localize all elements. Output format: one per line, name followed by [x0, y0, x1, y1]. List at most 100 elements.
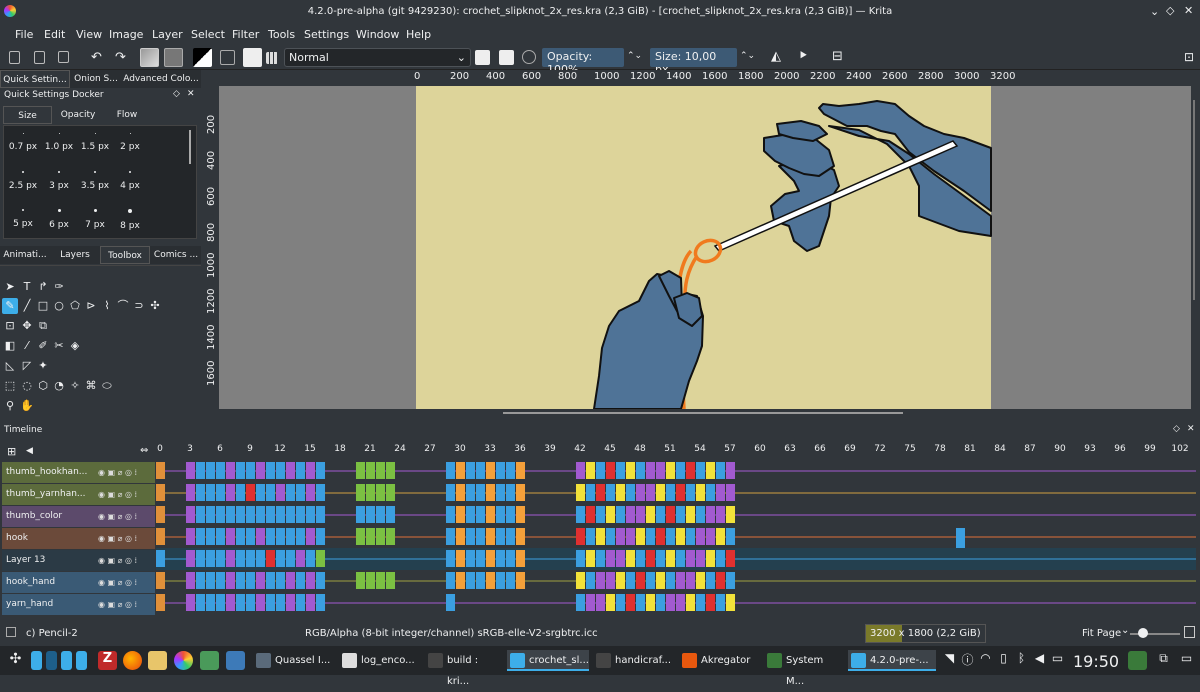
- keyframe[interactable]: [206, 594, 215, 611]
- notifications-icon[interactable]: ⓘ: [958, 651, 977, 670]
- toolbar-overflow-icon[interactable]: ⊡: [1184, 50, 1194, 64]
- keyframe[interactable]: [216, 484, 225, 501]
- keyframe[interactable]: [236, 528, 245, 545]
- keyframe[interactable]: [506, 572, 515, 589]
- timeline-layer-row[interactable]: thumb_hookhan... ◉ ▣ ⌀ ◎ ⁞: [2, 462, 155, 483]
- keyframe[interactable]: [356, 572, 365, 589]
- measure-tool-icon[interactable]: ◸: [19, 358, 35, 374]
- keyframe[interactable]: [286, 572, 295, 589]
- maximize-icon[interactable]: ◇: [1166, 4, 1174, 17]
- keyframe[interactable]: [706, 550, 715, 567]
- frame-grid[interactable]: [156, 460, 1196, 620]
- keyframe[interactable]: [686, 462, 695, 479]
- canvas-only-icon[interactable]: [1184, 626, 1195, 638]
- keyframe[interactable]: [156, 462, 165, 479]
- edit-brush-settings-icon[interactable]: [220, 50, 235, 65]
- zoom-select[interactable]: Fit Page: [1082, 628, 1121, 639]
- keyframe[interactable]: [306, 550, 315, 567]
- bezier-tool-icon[interactable]: ⌇: [99, 298, 115, 314]
- keyframe[interactable]: [716, 528, 725, 545]
- keyframe[interactable]: [236, 572, 245, 589]
- keyframe[interactable]: [306, 594, 315, 611]
- keyframe[interactable]: [296, 528, 305, 545]
- color-picker-icon[interactable]: ⁄: [19, 338, 35, 354]
- keyframe[interactable]: [456, 528, 465, 545]
- timeline-layer-row[interactable]: thumb_yarnhan... ◉ ▣ ⌀ ◎ ⁞: [2, 484, 155, 505]
- brush-size-item[interactable]: 2.5 px: [6, 171, 40, 191]
- brush-size-item[interactable]: 2 px: [113, 133, 147, 152]
- keyframe[interactable]: [316, 528, 325, 545]
- keyframe[interactable]: [206, 484, 215, 501]
- menu-select[interactable]: Select: [191, 28, 225, 41]
- float-docker-icon[interactable]: ◇: [1173, 424, 1180, 434]
- keyframe[interactable]: [196, 484, 205, 501]
- keyframe[interactable]: [236, 550, 245, 567]
- keyframe[interactable]: [216, 594, 225, 611]
- keyframe[interactable]: [616, 506, 625, 523]
- keyframe[interactable]: [236, 594, 245, 611]
- keyframe[interactable]: [636, 484, 645, 501]
- move-tool-icon[interactable]: ✥: [19, 318, 35, 334]
- brush-size-item[interactable]: 1.5 px: [78, 133, 112, 152]
- freehand-path-icon[interactable]: ⌒: [115, 298, 131, 314]
- menu-view[interactable]: View: [76, 28, 102, 41]
- dynamic-brush-icon[interactable]: ⊃: [131, 298, 147, 314]
- keyframe[interactable]: [606, 528, 615, 545]
- keyframe[interactable]: [296, 484, 305, 501]
- wrap-around-icon[interactable]: ⊟: [832, 49, 843, 64]
- keyframe[interactable]: [286, 462, 295, 479]
- mirror-horizontal-icon[interactable]: ◭: [771, 49, 781, 64]
- keyframe[interactable]: [366, 462, 375, 479]
- keyframe[interactable]: [376, 506, 385, 523]
- pager-desktop-1[interactable]: [31, 651, 42, 670]
- keyframe[interactable]: [186, 572, 195, 589]
- image-dimensions[interactable]: 3200 x 1800 (2,2 GiB): [865, 624, 986, 643]
- keyframe[interactable]: [596, 462, 605, 479]
- keyframe[interactable]: [476, 572, 485, 589]
- pager-desktop-2[interactable]: [46, 651, 57, 670]
- krita-icon[interactable]: [174, 651, 193, 670]
- timeline-layer-row[interactable]: hook_hand ◉ ▣ ⌀ ◎ ⁞: [2, 572, 155, 593]
- new-document-icon[interactable]: [9, 51, 20, 64]
- polygon-select-icon[interactable]: ⬡: [35, 378, 51, 394]
- keyframe[interactable]: [386, 528, 395, 545]
- layer-visibility-icons[interactable]: ◉ ▣ ⌀ ◎ ⁞: [98, 462, 137, 483]
- layer-visibility-icons[interactable]: ◉ ▣ ⌀ ◎ ⁞: [98, 528, 137, 549]
- taskbar-task[interactable]: System M...: [764, 650, 844, 687]
- rectangle-tool-icon[interactable]: □: [35, 298, 51, 314]
- keyframe[interactable]: [696, 506, 705, 523]
- keyframe[interactable]: [646, 550, 655, 567]
- keyframe[interactable]: [716, 550, 725, 567]
- keyframe[interactable]: [666, 528, 675, 545]
- layer-visibility-icons[interactable]: ◉ ▣ ⌀ ◎ ⁞: [98, 572, 137, 593]
- keyframe[interactable]: [626, 528, 635, 545]
- keyframe[interactable]: [246, 550, 255, 567]
- keyframe[interactable]: [196, 528, 205, 545]
- keyframe[interactable]: [276, 572, 285, 589]
- keyframe[interactable]: [636, 572, 645, 589]
- keyframe[interactable]: [716, 572, 725, 589]
- keyframe[interactable]: [456, 550, 465, 567]
- keyframe[interactable]: [606, 506, 615, 523]
- keyframe[interactable]: [316, 572, 325, 589]
- keyframe[interactable]: [276, 528, 285, 545]
- keyframe[interactable]: [466, 462, 475, 479]
- keyframe[interactable]: [266, 594, 275, 611]
- zeal-icon[interactable]: Z: [98, 651, 117, 670]
- keyframe[interactable]: [676, 594, 685, 611]
- keyframe[interactable]: [266, 462, 275, 479]
- keyframe[interactable]: [606, 484, 615, 501]
- keyframe[interactable]: [706, 484, 715, 501]
- keyframe[interactable]: [306, 572, 315, 589]
- tab-comics[interactable]: Comics ...: [151, 246, 201, 264]
- keyframe[interactable]: [446, 528, 455, 545]
- keyframe[interactable]: [696, 462, 705, 479]
- keyframe[interactable]: [316, 484, 325, 501]
- keyframe[interactable]: [706, 594, 715, 611]
- zoom-timeline-icon[interactable]: ⇔: [140, 445, 148, 456]
- keyframe[interactable]: [656, 506, 665, 523]
- network-icon[interactable]: ◥: [940, 651, 959, 670]
- keyframe[interactable]: [196, 462, 205, 479]
- keyframe[interactable]: [636, 462, 645, 479]
- keyframe[interactable]: [626, 484, 635, 501]
